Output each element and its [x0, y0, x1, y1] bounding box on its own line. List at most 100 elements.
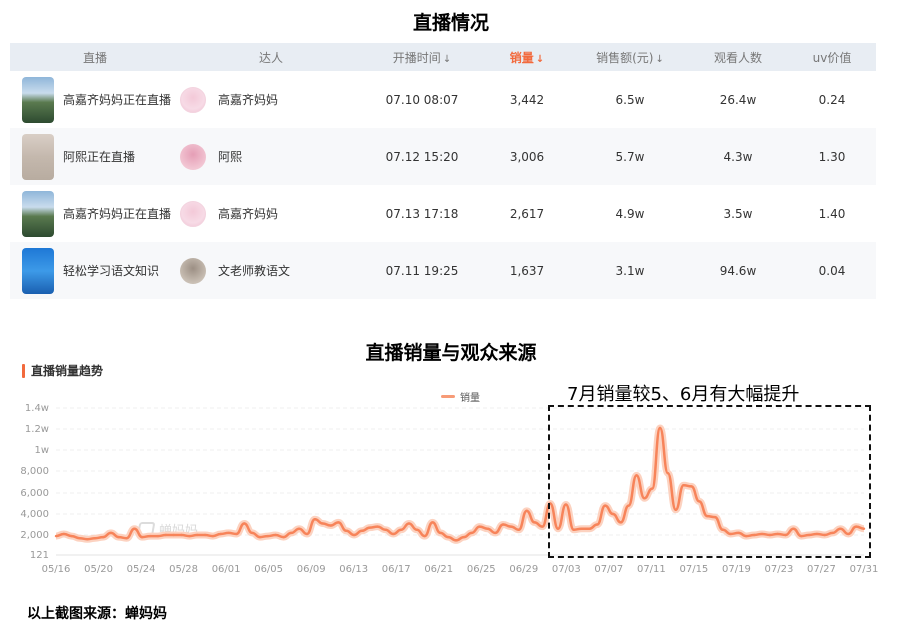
x-tick-label: 07/03 [552, 564, 581, 575]
data-point[interactable] [376, 525, 379, 528]
data-point[interactable] [337, 521, 340, 524]
live-title[interactable]: 阿熙正在直播 [63, 148, 135, 165]
data-point[interactable] [478, 525, 481, 528]
table-row[interactable]: 高嘉齐妈妈正在直播 高嘉齐妈妈 07.13 17:18 2,617 4.9w 3… [10, 185, 876, 242]
influencer-name[interactable]: 高嘉齐妈妈 [218, 205, 278, 222]
data-point[interactable] [541, 525, 544, 528]
data-point[interactable] [219, 532, 222, 536]
data-point[interactable] [345, 529, 348, 532]
data-point[interactable] [148, 534, 152, 538]
data-point[interactable] [172, 533, 175, 537]
data-point[interactable] [329, 524, 332, 527]
live-thumbnail[interactable] [22, 247, 54, 294]
data-point[interactable] [164, 533, 168, 537]
data-point[interactable] [415, 528, 419, 531]
influencer-name[interactable]: 阿熙 [218, 148, 242, 165]
data-point[interactable] [501, 523, 505, 526]
avatar[interactable] [180, 257, 206, 284]
table-row[interactable]: 轻松学习语文知识 文老师教语文 07.11 19:25 1,637 3.1w 9… [10, 242, 876, 299]
data-point[interactable] [360, 529, 364, 532]
data-point[interactable] [78, 536, 81, 540]
uv-value: 1.30 [818, 149, 846, 164]
data-point[interactable] [156, 534, 160, 538]
avatar[interactable] [180, 143, 206, 170]
live-title[interactable]: 轻松学习语文知识 [63, 262, 159, 279]
influencer-name[interactable]: 文老师教语文 [218, 262, 290, 279]
data-point[interactable] [533, 521, 536, 524]
avatar[interactable] [180, 86, 206, 113]
data-point[interactable] [431, 521, 434, 524]
live-thumbnail[interactable] [22, 133, 54, 180]
x-tick-label: 07/19 [722, 564, 751, 575]
data-point[interactable] [227, 531, 230, 535]
data-point[interactable] [305, 532, 309, 536]
data-point[interactable] [196, 533, 199, 537]
live-title[interactable]: 高嘉齐妈妈正在直播 [63, 205, 171, 222]
data-point[interactable] [211, 534, 215, 538]
avatar[interactable] [180, 200, 206, 227]
data-point[interactable] [141, 535, 144, 539]
data-point[interactable] [243, 522, 246, 525]
data-point[interactable] [133, 527, 136, 530]
data-point[interactable] [517, 528, 521, 531]
live-thumbnail[interactable] [22, 190, 54, 237]
viewers-value: 26.4w [719, 92, 757, 107]
data-point[interactable] [274, 533, 277, 537]
chart-title: 直播销量与观众来源 [365, 342, 537, 364]
data-point[interactable] [470, 531, 473, 535]
data-point[interactable] [101, 535, 105, 539]
col-start-time[interactable]: 开播时间 ↓ [362, 49, 482, 66]
sort-icon[interactable]: ↓ [443, 54, 451, 65]
sort-icon[interactable]: ↓ [655, 54, 663, 65]
data-point[interactable] [109, 531, 113, 535]
influencer-name[interactable]: 高嘉齐妈妈 [218, 91, 278, 108]
data-point[interactable] [125, 536, 128, 540]
col-sales[interactable]: 销量 ↓ [482, 49, 572, 66]
data-point[interactable] [525, 509, 528, 513]
x-tick-label: 06/29 [509, 564, 538, 575]
data-point[interactable] [86, 538, 89, 541]
data-point[interactable] [352, 533, 356, 537]
data-point[interactable] [494, 531, 497, 535]
data-point[interactable] [486, 527, 489, 530]
data-point[interactable] [290, 531, 293, 535]
table-row[interactable]: 高嘉齐妈妈正在直播 高嘉齐妈妈 07.10 08:07 3,442 6.5w 2… [10, 71, 876, 128]
uv-value: 1.40 [818, 206, 846, 221]
chart-section-label: 直播销量趋势 [31, 364, 104, 378]
data-point[interactable] [117, 535, 120, 539]
data-point[interactable] [266, 534, 270, 538]
data-point[interactable] [384, 528, 387, 531]
y-tick-label: 2,000 [20, 530, 49, 541]
data-point[interactable] [447, 535, 450, 539]
live-thumbnail[interactable] [22, 76, 54, 123]
viewers-value: 3.5w [723, 206, 753, 221]
data-point[interactable] [392, 532, 395, 536]
data-point[interactable] [282, 535, 285, 539]
data-point[interactable] [368, 526, 371, 529]
data-point[interactable] [250, 531, 254, 535]
data-point[interactable] [188, 534, 191, 538]
data-point[interactable] [297, 527, 301, 530]
data-point[interactable] [235, 532, 238, 536]
data-point[interactable] [203, 533, 207, 537]
data-point[interactable] [399, 528, 403, 531]
data-point[interactable] [62, 532, 66, 536]
data-point[interactable] [94, 536, 97, 540]
data-point[interactable] [258, 535, 262, 539]
data-point[interactable] [70, 534, 73, 538]
data-point[interactable] [313, 518, 317, 521]
live-title[interactable]: 高嘉齐妈妈正在直播 [63, 91, 171, 108]
sort-active-icon[interactable]: ↓ [536, 54, 544, 65]
data-point[interactable] [423, 534, 426, 538]
data-point[interactable] [54, 534, 58, 538]
table-row[interactable]: 阿熙正在直播 阿熙 07.12 15:20 3,006 5.7w 4.3w 1.… [10, 128, 876, 185]
data-point[interactable] [321, 522, 324, 525]
data-point[interactable] [509, 525, 513, 528]
data-point[interactable] [407, 522, 411, 525]
col-revenue[interactable]: 销售额(元) ↓ [572, 49, 688, 66]
data-point[interactable] [454, 539, 458, 542]
x-tick-label: 07/07 [594, 564, 623, 575]
data-point[interactable] [462, 535, 466, 539]
data-point[interactable] [180, 533, 183, 537]
data-point[interactable] [439, 531, 442, 535]
